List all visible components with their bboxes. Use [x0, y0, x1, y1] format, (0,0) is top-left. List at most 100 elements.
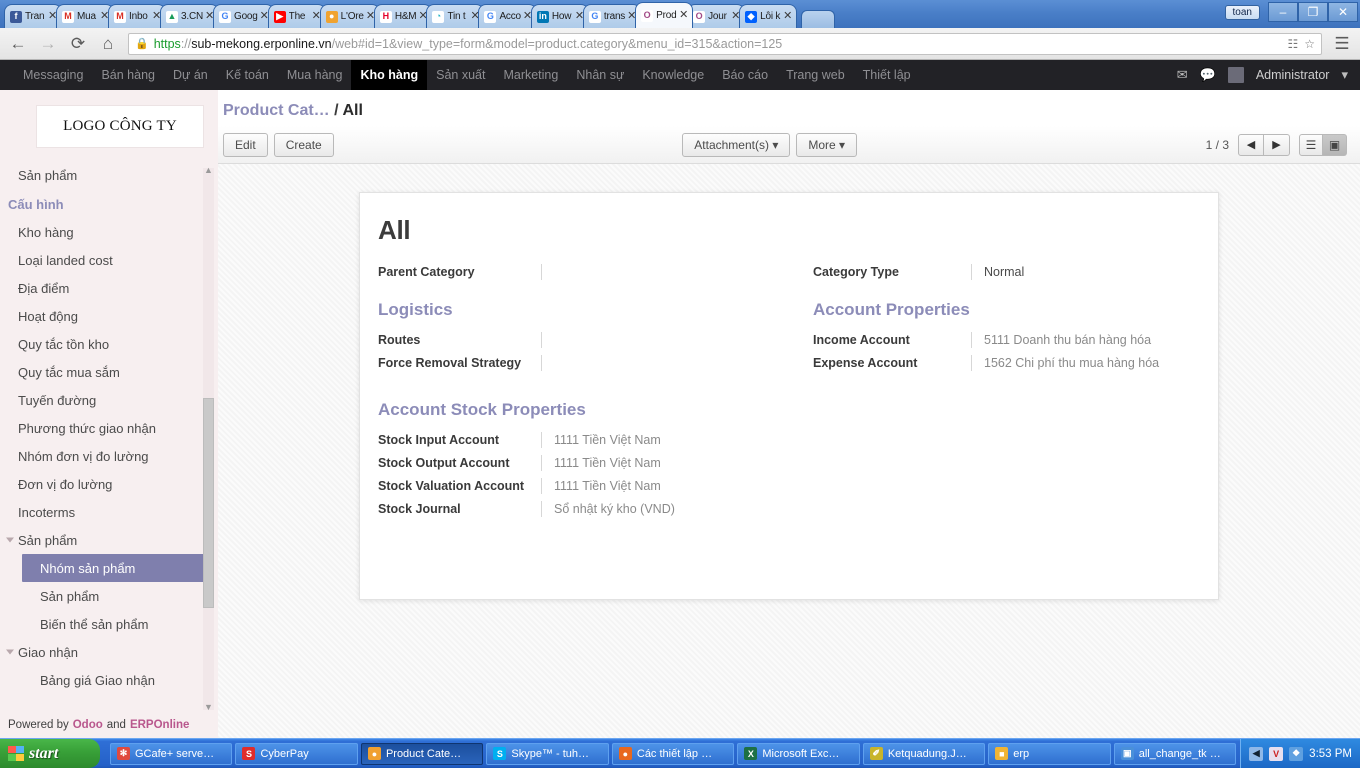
- top-menu-item[interactable]: Knowledge: [633, 60, 713, 90]
- browser-tab[interactable]: ◔ Tin t ✕: [426, 4, 485, 28]
- browser-tab[interactable]: M Mua ✕: [56, 4, 114, 28]
- chrome-menu-icon[interactable]: ☰: [1332, 34, 1352, 54]
- attachments-dropdown[interactable]: Attachment(s) ▾: [682, 132, 791, 157]
- tab-close-icon[interactable]: ✕: [783, 11, 793, 22]
- taskbar-clock[interactable]: 3:53 PM: [1309, 748, 1352, 760]
- sidebar-item[interactable]: Sản phẩm: [0, 161, 218, 189]
- new-tab-button[interactable]: [801, 10, 836, 28]
- stock-input-value[interactable]: 1111 Tiền Việt Nam: [541, 432, 788, 448]
- top-menu-item[interactable]: Dự án: [164, 60, 217, 90]
- taskbar-item[interactable]: ■ erp: [988, 742, 1111, 765]
- browser-tab[interactable]: M Inbo ✕: [108, 4, 166, 28]
- browser-tab[interactable]: O Prod ✕: [635, 2, 694, 28]
- minimize-button[interactable]: –: [1268, 2, 1298, 22]
- top-menu-item[interactable]: Bán hàng: [92, 60, 164, 90]
- chat-icon[interactable]: 💬: [1200, 67, 1216, 83]
- sidebar-item[interactable]: Quy tắc mua sắm: [0, 358, 218, 386]
- top-menu-item[interactable]: Marketing: [494, 60, 567, 90]
- sidebar-item[interactable]: Sản phẩm: [0, 582, 218, 610]
- browser-tab[interactable]: O Jour ✕: [687, 4, 746, 28]
- sidebar-item[interactable]: Nhóm đơn vị đo lường: [0, 442, 218, 470]
- translate-icon[interactable]: ☷: [1287, 37, 1298, 51]
- sidebar-item[interactable]: Nhóm sản phẩm: [22, 554, 204, 582]
- tab-close-icon[interactable]: ✕: [679, 10, 689, 21]
- sidebar-item[interactable]: Giao nhận: [0, 638, 218, 666]
- bookmark-star-icon[interactable]: ☆: [1304, 37, 1315, 51]
- scrollbar-thumb[interactable]: [203, 398, 214, 608]
- browser-tab[interactable]: H H&M ✕: [373, 4, 433, 28]
- sidebar-item[interactable]: Hoạt động: [0, 302, 218, 330]
- sidebar-item[interactable]: Quy tắc tồn kho: [0, 330, 218, 358]
- sidebar-item[interactable]: Biến thể sản phẩm: [0, 610, 218, 638]
- home-icon[interactable]: ⌂: [98, 34, 118, 54]
- browser-tab[interactable]: G Acco ✕: [478, 4, 537, 28]
- taskbar-item[interactable]: ✐ Ketquadung.J…: [862, 742, 986, 765]
- browser-tab[interactable]: G Goog ✕: [212, 4, 274, 28]
- top-menu-item[interactable]: Mua hàng: [278, 60, 352, 90]
- start-button[interactable]: start: [0, 739, 100, 768]
- expense-account-value[interactable]: 1562 Chi phí thu mua hàng hóa: [971, 355, 1198, 371]
- sidebar-item[interactable]: Bảng giá Giao nhận: [0, 666, 218, 694]
- routes-value[interactable]: [541, 332, 788, 348]
- browser-tab[interactable]: ▶ The ✕: [267, 4, 326, 28]
- taskbar-item[interactable]: ✻ GCafe+ serve…: [110, 742, 233, 765]
- force-removal-value[interactable]: [541, 355, 788, 371]
- stock-journal-value[interactable]: Sổ nhật ký kho (VND): [541, 501, 788, 517]
- category-type-value[interactable]: Normal: [971, 264, 1198, 280]
- taskbar-item[interactable]: X Microsoft Exc…: [737, 742, 860, 765]
- sidebar-item[interactable]: Kho hàng: [0, 218, 218, 246]
- previous-record-button[interactable]: ◀: [1238, 133, 1264, 156]
- sidebar-scrollbar[interactable]: ▲ ▼: [203, 166, 214, 712]
- sidebar-item[interactable]: Đơn vị đo lường: [0, 470, 218, 498]
- list-view-button[interactable]: ☰: [1299, 133, 1323, 156]
- taskbar-item[interactable]: S CyberPay: [235, 742, 358, 765]
- restore-button[interactable]: ❐: [1298, 2, 1328, 22]
- stock-valuation-value[interactable]: 1111 Tiền Việt Nam: [541, 478, 788, 494]
- sidebar-item[interactable]: Loại landed cost: [0, 246, 218, 274]
- network-icon[interactable]: ❖: [1289, 746, 1304, 761]
- chevron-down-icon[interactable]: ▾: [1341, 67, 1348, 83]
- breadcrumb-parent[interactable]: Product Cat…: [223, 102, 330, 119]
- browser-tab[interactable]: ● L'Ore ✕: [319, 4, 380, 28]
- address-bar[interactable]: 🔒 https://sub-mekong.erponline.vn/web#id…: [128, 32, 1322, 55]
- taskbar-item[interactable]: ● Các thiết lập …: [611, 742, 735, 765]
- forward-icon[interactable]: →: [38, 34, 58, 54]
- sidebar-item[interactable]: Phương thức giao nhận: [0, 414, 218, 442]
- create-button[interactable]: Create: [273, 132, 334, 157]
- sidebar-item[interactable]: Incoterms: [0, 498, 218, 526]
- browser-tab[interactable]: ▲ 3.CN ✕: [160, 4, 219, 28]
- user-name-label[interactable]: Administrator: [1256, 68, 1330, 82]
- income-account-value[interactable]: 5111 Doanh thu bán hàng hóa: [971, 332, 1198, 348]
- browser-tab[interactable]: ◆ Lỗi k ✕: [739, 4, 798, 28]
- erponline-brand-link[interactable]: ERPOnline: [130, 719, 189, 731]
- top-menu-item[interactable]: Báo cáo: [713, 60, 777, 90]
- antivirus-icon[interactable]: V: [1269, 746, 1284, 761]
- top-menu-item[interactable]: Trang web: [777, 60, 854, 90]
- browser-tab[interactable]: Gtrans ✕: [582, 4, 642, 28]
- top-menu-item[interactable]: Nhân sự: [567, 60, 633, 90]
- scroll-up-icon[interactable]: ▲: [204, 166, 213, 175]
- close-button[interactable]: ✕: [1328, 2, 1358, 22]
- top-menu-item[interactable]: Thiết lập: [854, 60, 920, 90]
- parent-category-value[interactable]: [541, 264, 788, 280]
- stock-output-value[interactable]: 1111 Tiền Việt Nam: [541, 455, 788, 471]
- scroll-down-icon[interactable]: ▼: [204, 703, 213, 712]
- sidebar-item[interactable]: Sản phẩm: [0, 526, 218, 554]
- browser-tab[interactable]: in How ✕: [530, 4, 589, 28]
- next-record-button[interactable]: ▶: [1264, 133, 1290, 156]
- window-user-label[interactable]: toan: [1224, 4, 1260, 20]
- taskbar-item[interactable]: ● Product Cate…: [360, 742, 484, 765]
- browser-tab[interactable]: f Tran ✕: [4, 4, 62, 28]
- reload-icon[interactable]: ⟳: [68, 34, 88, 54]
- mail-icon[interactable]: ✉: [1177, 67, 1188, 83]
- back-icon[interactable]: ←: [8, 34, 28, 54]
- top-menu-item[interactable]: Kho hàng: [351, 60, 428, 90]
- taskbar-item[interactable]: ▣ all_change_tk …: [1113, 742, 1237, 765]
- taskbar-item[interactable]: S Skype™ - tuh…: [486, 742, 609, 765]
- sidebar-item[interactable]: Địa điểm: [0, 274, 218, 302]
- top-menu-item[interactable]: Messaging: [14, 60, 92, 90]
- odoo-brand-link[interactable]: Odoo: [73, 719, 103, 731]
- show-hidden-icons-button[interactable]: ◀: [1249, 746, 1264, 761]
- form-view-button[interactable]: ▣: [1323, 133, 1347, 156]
- edit-button[interactable]: Edit: [223, 132, 268, 157]
